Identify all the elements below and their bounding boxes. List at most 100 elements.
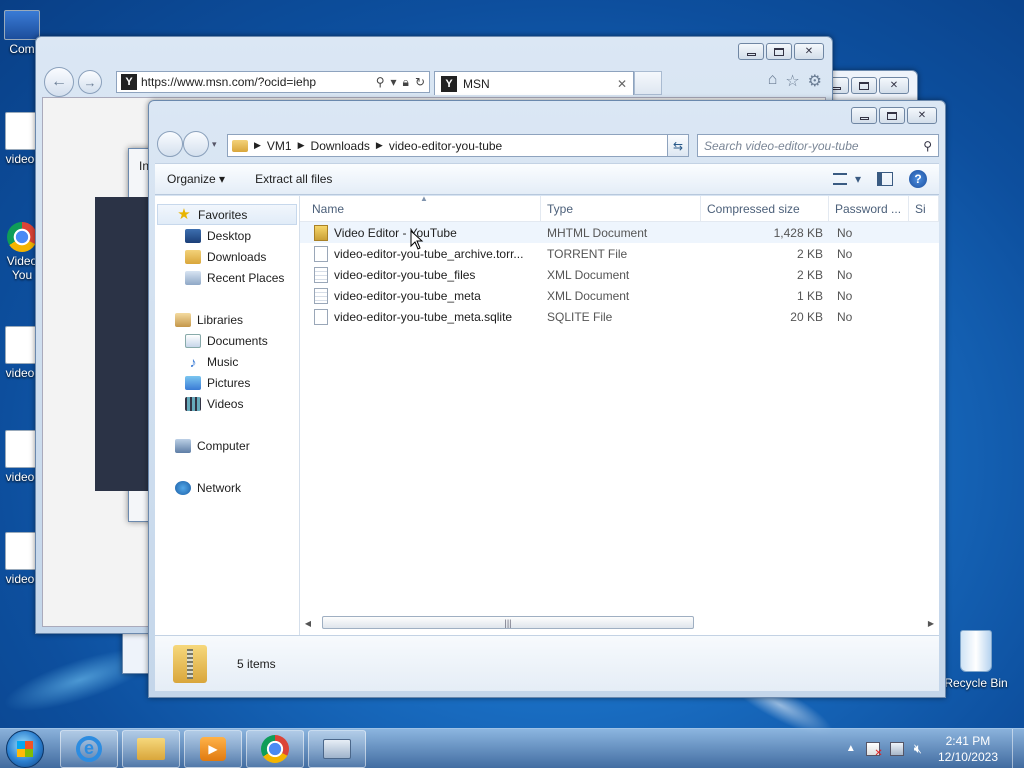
explorer-nav: ▾ <box>157 131 217 157</box>
clock[interactable]: 2:41 PM 12/10/2023 <box>932 733 1004 765</box>
close-tab-icon[interactable]: ✕ <box>617 77 627 91</box>
maximize-button[interactable] <box>879 107 905 124</box>
show-desktop-button[interactable] <box>1012 728 1024 768</box>
film-strip-icon <box>185 396 201 411</box>
breadcrumb-item-downloads[interactable]: Downloads <box>311 139 370 153</box>
close-button[interactable]: ✕ <box>794 43 824 60</box>
column-header-type[interactable]: Type <box>541 196 701 221</box>
refresh-icon[interactable]: ↻ <box>415 75 425 90</box>
mhtml-icon <box>314 224 328 241</box>
ie-tools: ⌂ ☆ ⚙ <box>768 71 822 91</box>
lock-icon[interactable]: 🔒︎ <box>403 75 409 90</box>
table-row[interactable]: video-editor-you-tube_archive.torr... TO… <box>300 243 939 264</box>
url-text[interactable]: https://www.msn.com/?ocid=iehp <box>141 75 316 89</box>
back-button[interactable]: ← <box>44 67 74 97</box>
scroll-right-icon[interactable]: ▶ <box>925 619 937 628</box>
sidebar-item-libraries[interactable]: Libraries <box>155 309 299 330</box>
sidebar-item-label: Videos <box>207 396 244 411</box>
gear-icon[interactable]: ⚙ <box>808 71 822 91</box>
sidebar-item-recent-places[interactable]: Recent Places <box>155 267 299 288</box>
home-icon[interactable]: ⌂ <box>768 71 778 91</box>
tab-msn[interactable]: Y MSN ✕ <box>434 71 634 95</box>
arrow-right-icon: → <box>83 74 97 90</box>
column-header-password[interactable]: Password ... <box>829 196 909 221</box>
forward-button[interactable]: → <box>78 70 102 94</box>
volume-muted-icon[interactable]: 🔇︎ <box>914 741 922 757</box>
close-button[interactable]: ✕ <box>879 77 909 94</box>
change-view-button[interactable]: ▾ <box>832 172 861 186</box>
sidebar-item-music[interactable]: ♪ Music <box>155 351 299 372</box>
column-header-size[interactable]: Si <box>909 196 939 221</box>
sidebar-item-computer[interactable]: Computer <box>155 435 299 456</box>
folder-icon <box>232 139 248 152</box>
back-button[interactable] <box>157 131 183 157</box>
taskbar-keyboard[interactable] <box>308 729 366 768</box>
help-icon[interactable]: ? <box>909 170 927 188</box>
extract-all-button[interactable]: Extract all files <box>255 172 332 186</box>
chevron-right-icon[interactable]: ▶ <box>376 140 383 151</box>
taskbar-chrome[interactable] <box>246 729 304 768</box>
taskbar-explorer[interactable] <box>122 729 180 768</box>
file-icon <box>314 245 328 262</box>
refresh-button[interactable]: ⇆ <box>667 134 689 157</box>
breadcrumb-item-vm1[interactable]: VM1 <box>267 139 292 153</box>
scroll-left-icon[interactable]: ◀ <box>302 619 314 628</box>
sidebar-item-videos[interactable]: Videos <box>155 393 299 414</box>
recycle-bin[interactable]: Recycle Bin <box>944 630 1008 690</box>
window-controls: ✕ <box>851 107 937 124</box>
address-bar[interactable]: Y https://www.msn.com/?ocid=iehp ⚲ ▾ 🔒︎ … <box>116 71 430 93</box>
file-name: Video Editor - YouTube <box>334 225 457 240</box>
scroll-track[interactable]: ||| <box>318 616 921 630</box>
file-type: XML Document <box>547 288 630 303</box>
preview-pane-icon[interactable] <box>877 172 893 186</box>
network-status-icon[interactable] <box>889 741 904 756</box>
forward-button[interactable] <box>183 131 209 157</box>
maximize-button[interactable] <box>766 43 792 60</box>
search-input[interactable]: Search video-editor-you-tube ⚲ <box>697 134 939 157</box>
breadcrumb[interactable]: ▶ VM1 ▶ Downloads ▶ video-editor-you-tub… <box>227 134 689 157</box>
sidebar-item-favorites[interactable]: ★ Favorites <box>157 204 297 225</box>
sidebar-item-network[interactable]: Network <box>155 477 299 498</box>
start-button[interactable] <box>6 729 44 768</box>
chevron-right-icon[interactable]: ▶ <box>298 140 305 151</box>
taskbar-media-player[interactable]: ▶ <box>184 729 242 768</box>
horizontal-scrollbar[interactable]: ◀ ||| ▶ <box>302 615 937 631</box>
file-password: No <box>837 267 853 282</box>
computer-icon <box>175 438 191 453</box>
sidebar-item-documents[interactable]: Documents <box>155 330 299 351</box>
search-placeholder: Search video-editor-you-tube <box>704 138 859 153</box>
breadcrumb-item-current[interactable]: video-editor-you-tube <box>389 139 502 153</box>
table-row[interactable]: video-editor-you-tube_meta XML Document … <box>300 285 939 306</box>
chevron-right-icon[interactable]: ▶ <box>254 140 261 151</box>
file-password: No <box>837 246 853 261</box>
file-size: 2 KB <box>796 267 823 282</box>
dropdown-icon[interactable]: ▾ <box>391 75 397 90</box>
table-row[interactable]: Video Editor - YouTube MHTML Document 1,… <box>300 222 939 243</box>
chevron-down-icon: ▾ <box>219 172 226 186</box>
column-headers: Name Type Compressed size Password ... S… <box>300 196 939 222</box>
internet-explorer-icon: e <box>76 735 102 762</box>
file-size: 1,428 KB <box>773 225 823 240</box>
sidebar-item-label: Downloads <box>207 249 267 264</box>
minimize-button[interactable] <box>851 107 877 124</box>
action-center-flag-icon[interactable] <box>865 741 883 759</box>
organize-button[interactable]: Organize ▾ <box>167 172 225 186</box>
close-button[interactable]: ✕ <box>907 107 937 124</box>
taskbar-ie[interactable]: e <box>60 729 118 768</box>
table-row[interactable]: video-editor-you-tube_meta.sqlite SQLITE… <box>300 306 939 327</box>
maximize-button[interactable] <box>851 77 877 94</box>
sidebar-item-downloads[interactable]: Downloads <box>155 246 299 267</box>
new-tab-button[interactable] <box>634 71 662 95</box>
mouse-cursor-icon <box>410 230 424 250</box>
table-row[interactable]: video-editor-you-tube_files XML Document… <box>300 264 939 285</box>
search-icon[interactable]: ⚲ <box>376 75 385 90</box>
explorer-window[interactable]: ✕ ▾ ▶ VM1 ▶ Downloads ▶ video-editor-you… <box>148 100 946 698</box>
sidebar-item-pictures[interactable]: Pictures <box>155 372 299 393</box>
show-hidden-icons[interactable]: ▲ <box>846 743 856 754</box>
column-header-compressed-size[interactable]: Compressed size <box>701 196 829 221</box>
recent-pages-dropdown-icon[interactable]: ▾ <box>212 139 217 150</box>
sidebar-item-desktop[interactable]: Desktop <box>155 225 299 246</box>
minimize-button[interactable] <box>738 43 764 60</box>
favorites-star-icon[interactable]: ☆ <box>785 71 799 91</box>
scroll-thumb[interactable]: ||| <box>322 616 694 629</box>
